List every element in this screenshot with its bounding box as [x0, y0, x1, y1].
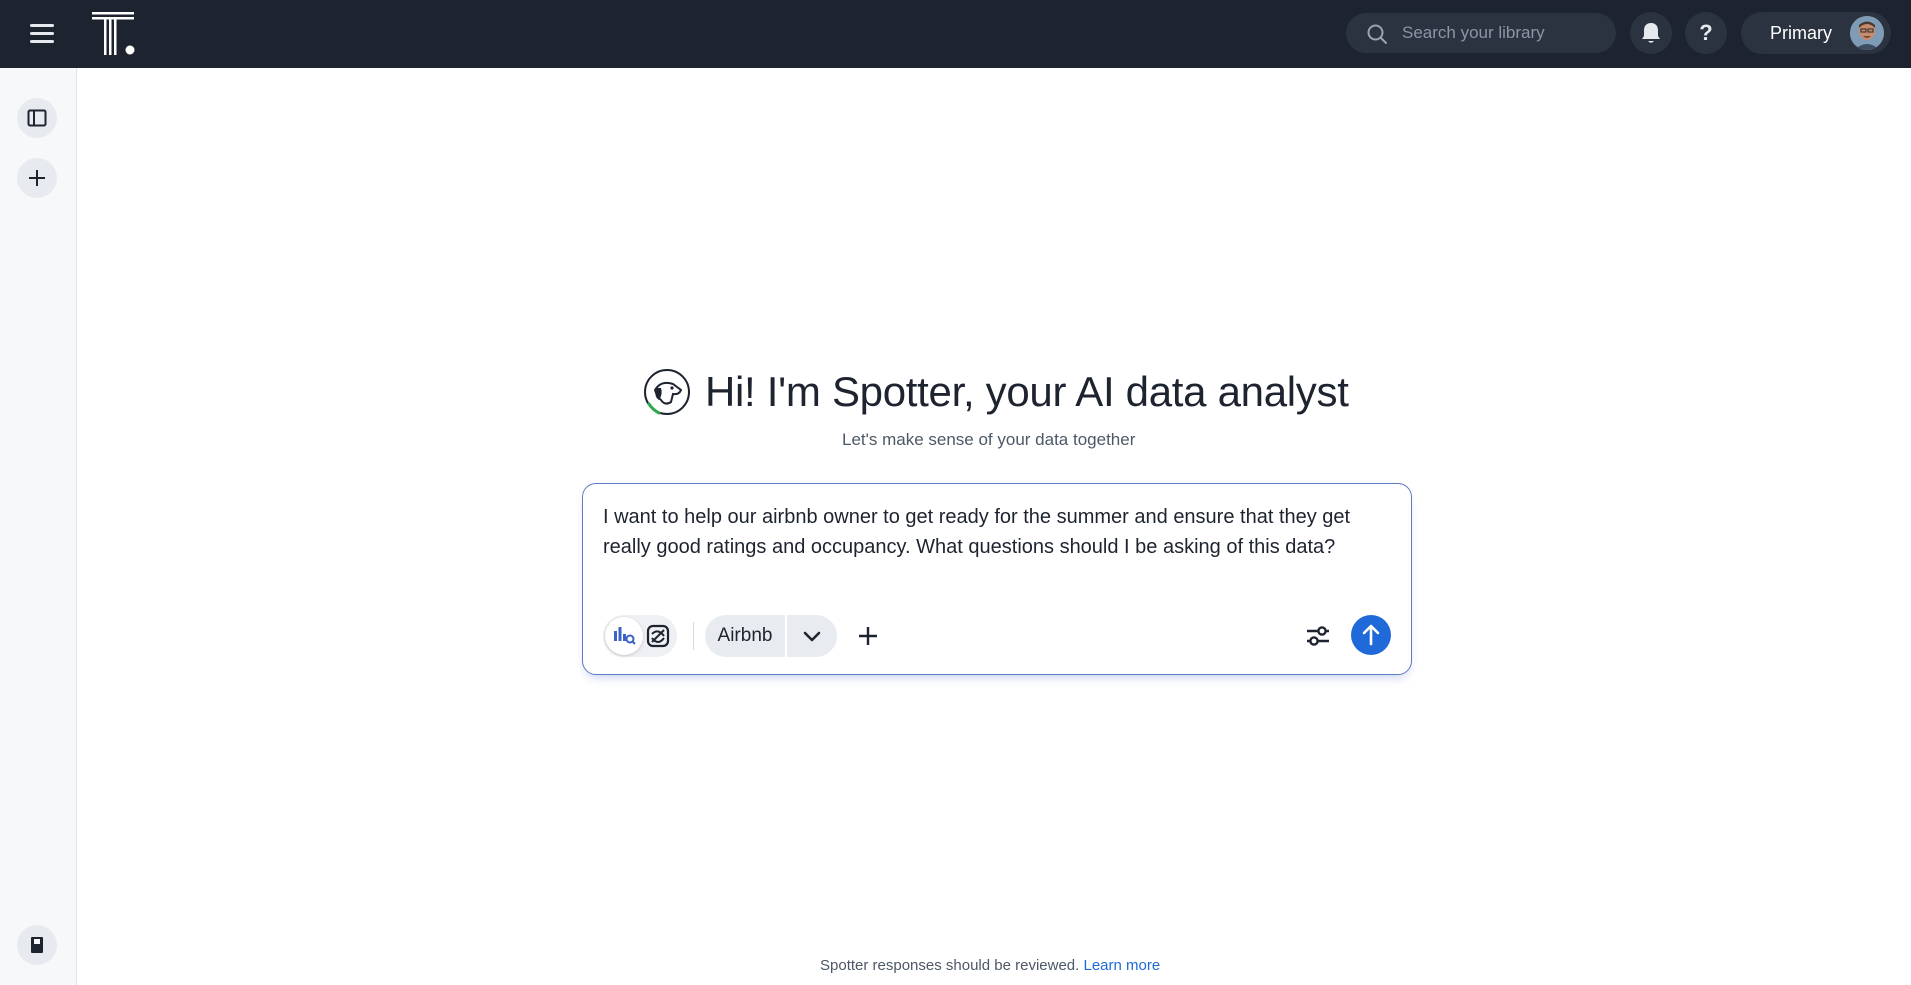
new-chat-button[interactable] — [17, 158, 57, 198]
notifications-button[interactable] — [1630, 12, 1672, 54]
plus-icon — [29, 170, 45, 186]
disclaimer-text: Spotter responses should be reviewed. — [820, 957, 1080, 974]
search-icon — [1367, 24, 1387, 44]
page-title: Hi! I'm Spotter, your AI data analyst — [705, 368, 1349, 415]
org-switcher[interactable]: Primary — [1741, 12, 1891, 54]
research-knot-icon — [646, 624, 670, 648]
plus-icon — [859, 627, 877, 645]
analyze-mode-button[interactable] — [605, 617, 643, 655]
bell-icon — [1642, 23, 1660, 43]
notebook-icon — [31, 937, 43, 953]
sliders-icon — [1307, 626, 1329, 646]
prompt-settings-button[interactable] — [1297, 615, 1339, 657]
spotter-dog-icon — [644, 369, 690, 415]
datasource-dropdown-button[interactable] — [787, 615, 837, 657]
chart-search-icon — [614, 627, 636, 645]
prompt-input[interactable]: I want to help our airbnb owner to get r… — [603, 502, 1363, 594]
hamburger-menu-icon[interactable] — [26, 20, 58, 48]
thoughtspot-logo[interactable] — [90, 10, 140, 58]
sidebar-toggle-button[interactable] — [17, 98, 57, 138]
help-button[interactable]: ? — [1685, 12, 1727, 54]
search-input[interactable] — [1402, 13, 1602, 53]
research-mode-button[interactable] — [641, 617, 675, 655]
datasource-label[interactable]: Airbnb — [705, 615, 785, 657]
help-icon: ? — [1699, 20, 1713, 45]
prompt-composer: I want to help our airbnb owner to get r… — [582, 483, 1412, 675]
user-avatar[interactable] — [1850, 16, 1884, 50]
page-subtitle: Let's make sense of your data together — [842, 430, 1136, 449]
arrow-up-icon — [1362, 624, 1380, 646]
add-context-button[interactable] — [847, 615, 889, 657]
footer-disclaimer: Spotter responses should be reviewed. Le… — [820, 957, 1160, 974]
toolbar-divider — [693, 622, 694, 650]
library-search[interactable] — [1346, 13, 1616, 53]
learn-more-link[interactable]: Learn more — [1084, 957, 1161, 974]
send-button[interactable] — [1351, 615, 1391, 655]
chevron-down-icon — [803, 631, 821, 642]
left-rail — [0, 68, 77, 985]
mode-toggle[interactable] — [603, 615, 677, 657]
org-label: Primary — [1770, 23, 1832, 43]
notebook-button[interactable] — [17, 925, 57, 965]
top-navigation-bar: ? Primary — [0, 0, 1911, 68]
sidebar-toggle-icon — [27, 109, 47, 127]
datasource-selector[interactable]: Airbnb — [705, 615, 837, 657]
hero-heading: Hi! I'm Spotter, your AI data analyst — [643, 365, 1353, 419]
